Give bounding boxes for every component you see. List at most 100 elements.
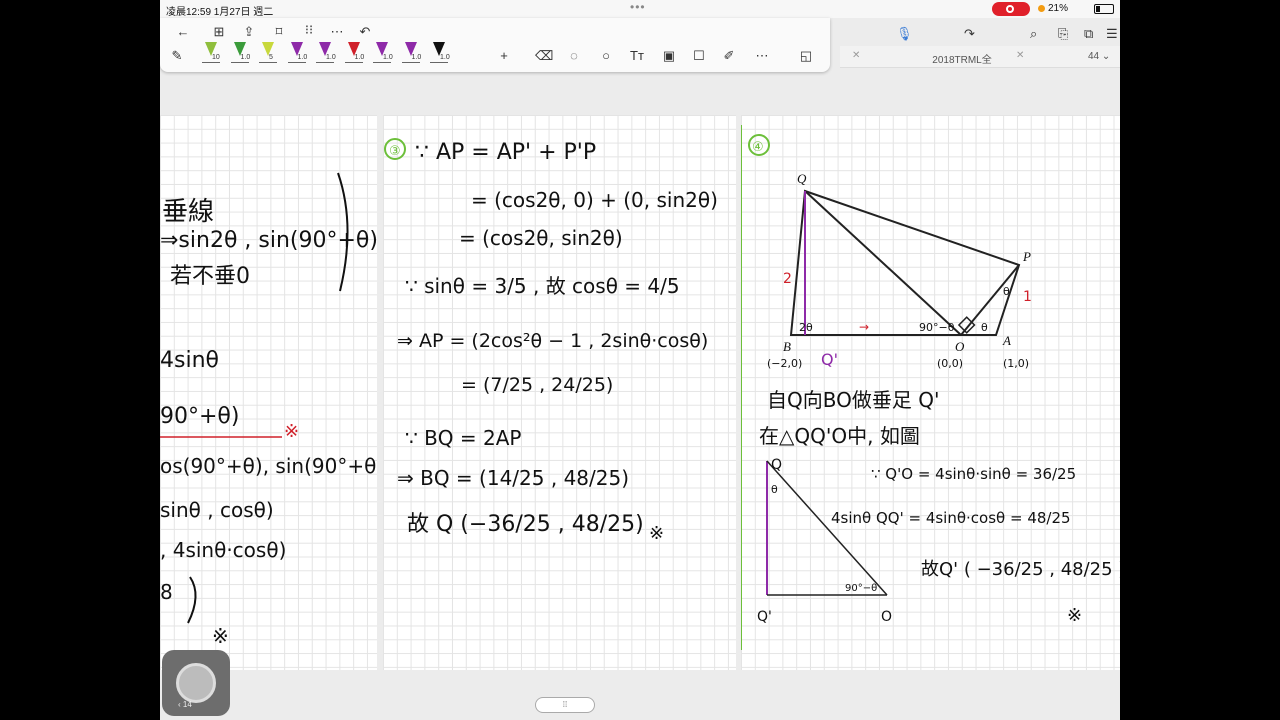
add-tool-icon[interactable]: +: [495, 48, 513, 63]
page-layout-icon[interactable]: ⧉: [1084, 26, 1093, 42]
pen-underline: [316, 62, 334, 63]
note-line: ⇒ AP = (2cos²θ − 1 , 2sinθ·cosθ): [397, 330, 708, 352]
point-label: O: [955, 339, 965, 354]
microphone-icon[interactable]: 🎙︎: [896, 26, 913, 42]
close-tab-icon[interactable]: ✕: [852, 50, 860, 61]
note-line: ⇒ BQ = (14/25 , 48/25): [397, 466, 629, 490]
point-label: Q: [797, 171, 807, 186]
image-icon[interactable]: ▣: [660, 48, 678, 64]
widget-label: ‹ 14: [178, 700, 192, 709]
redo-icon[interactable]: ↷: [964, 26, 975, 42]
note-line: , 4sinθ·cosθ): [160, 538, 286, 562]
more-icon[interactable]: ⋯: [328, 24, 346, 40]
pen-tool-icon[interactable]: 1.0: [287, 42, 307, 66]
shape-icon[interactable]: ○: [597, 48, 615, 63]
angle-label: θ: [981, 321, 988, 334]
mic-indicator-icon: [1038, 5, 1045, 12]
page-middle[interactable]: ③ ∵ AP = AP' + P'P = (cos2θ, 0) + (0, si…: [383, 115, 736, 670]
outline-icon[interactable]: ☰: [1106, 26, 1118, 42]
grid-view-icon[interactable]: ⊞: [210, 24, 228, 40]
angle-label: 2θ: [799, 321, 813, 334]
pen-underline: [401, 62, 420, 63]
pen-underline: [287, 62, 306, 63]
angle-label: θ: [1003, 285, 1010, 298]
comment-icon[interactable]: ☐: [690, 48, 708, 64]
apps-icon[interactable]: ⁝⁝: [300, 22, 318, 38]
note-line: 故Q' ( −36/25 , 48/25 ): [921, 559, 1120, 580]
point-label: Q': [821, 350, 838, 369]
multitask-dots-icon[interactable]: •••: [630, 0, 646, 14]
note-line: 在△QQ'O中, 如圖: [759, 424, 920, 448]
battery-percent: 21%: [1048, 3, 1069, 14]
arrow-label: →: [859, 320, 869, 334]
note-line: ∵ sinθ = 3/5 , 故 cosθ = 4/5: [405, 274, 680, 298]
close-tab-icon[interactable]: ✕: [1016, 50, 1024, 61]
laser-pointer-icon[interactable]: ✐: [720, 48, 738, 64]
note-line: ※: [212, 624, 229, 648]
search-icon[interactable]: ⌕: [1030, 26, 1037, 42]
note-line: = (cos2θ, 0) + (0, sin2θ): [471, 188, 718, 212]
point-label: O: [881, 609, 892, 625]
right-toolbar: 🎙︎ ↷ ⌕ ⎘ ⧉ ☰: [880, 24, 1120, 42]
pen-tool-icon[interactable]: 1.0: [373, 42, 393, 66]
pen-size-label: 1.0: [326, 54, 336, 61]
share-icon[interactable]: ⇪: [240, 24, 258, 40]
note-line: 4sinθ: [160, 348, 219, 373]
page-handle[interactable]: ⁞⁞: [535, 697, 595, 713]
point-label: P: [1022, 249, 1031, 264]
pen-tool-icon[interactable]: 1.0: [344, 42, 365, 66]
pen-underline: [373, 62, 391, 63]
pen-tool-icon[interactable]: 10: [202, 42, 220, 66]
more-tools-icon[interactable]: ⋯: [753, 48, 771, 64]
pen-size-label: 1.0: [354, 54, 365, 61]
text-tool-icon[interactable]: Tт: [628, 48, 646, 63]
page-left[interactable]: 垂線 ⇒sin2θ , sin(90°+θ) 若不垂0 4sinθ 90°+θ)…: [160, 115, 377, 670]
note-line: 自Q向BO做垂足 Q': [767, 388, 939, 412]
pen-settings-icon[interactable]: ✎: [168, 48, 186, 64]
pen-size-label: 1.0: [240, 54, 251, 61]
pen-tool-icon[interactable]: 1.0: [230, 42, 251, 66]
lasso-icon[interactable]: ◌: [565, 48, 583, 63]
document-tab[interactable]: 2018TRML全: [902, 51, 1022, 66]
coord-label: (−2,0): [767, 357, 802, 370]
back-arrow-icon[interactable]: ←: [174, 24, 192, 39]
sticky-icon[interactable]: ◱: [797, 48, 815, 64]
pen-tool-icon[interactable]: 5: [259, 42, 277, 66]
page-count[interactable]: 44 ⌄: [1088, 51, 1110, 62]
handwriting-right: ④ Q P B O A (−2,0) (0,0) (1,0) 2θ 90°−θ …: [741, 125, 1120, 650]
handwriting-middle: ③ ∵ AP = AP' + P'P = (cos2θ, 0) + (0, si…: [384, 138, 718, 544]
screen-record-icon[interactable]: [992, 2, 1030, 16]
floating-widget[interactable]: ‹ 14: [162, 650, 230, 716]
angle-label: 90°−θ: [919, 321, 955, 334]
assistive-touch-icon[interactable]: [176, 663, 216, 703]
pen-tool-icon[interactable]: 1.0: [430, 42, 450, 66]
point-label: Q': [757, 609, 772, 625]
pen-size-label: 1.0: [383, 54, 393, 61]
note-line: 垂線: [162, 197, 214, 227]
note-line: = (cos2θ, sin2θ): [459, 226, 623, 250]
pen-tool-icon[interactable]: 1.0: [401, 42, 421, 66]
length-label: 2: [783, 271, 792, 287]
pen-underline: [259, 62, 277, 63]
ipad-screen: 凌晨12:59 1月27日 週二 ••• 21% ← ⊞ ⇪ ⌑ ⁝⁝ ⋯ ↶ …: [160, 0, 1120, 720]
bookmark-icon[interactable]: ⌑: [270, 24, 288, 40]
pen-tool-icon[interactable]: 1.0: [316, 42, 336, 66]
page-right[interactable]: ④ Q P B O A (−2,0) (0,0) (1,0) 2θ 90°−θ …: [741, 115, 1120, 670]
note-line: 8: [160, 580, 173, 604]
note-line: = (7/25 , 24/25): [461, 374, 613, 396]
angle-label: θ: [771, 483, 778, 496]
length-label: 1: [1023, 289, 1032, 305]
status-bar: 凌晨12:59 1月27日 週二 ••• 21%: [160, 0, 1120, 18]
note-line: sinθ , cosθ): [160, 498, 274, 522]
pen-underline: [230, 62, 249, 63]
page-add-icon[interactable]: ⎘: [1058, 26, 1068, 42]
eraser-icon[interactable]: ⌫: [535, 48, 553, 64]
note-line: ∵ AP = AP' + P'P: [415, 140, 596, 165]
pen-size-label: 10: [212, 54, 220, 61]
pen-size-label: 5: [269, 54, 273, 61]
coord-label: (1,0): [1003, 357, 1029, 370]
status-time: 凌晨12:59 1月27日 週二: [166, 7, 274, 18]
note-line: ∵ Q'O = 4sinθ·sinθ = 36/25: [871, 465, 1076, 483]
undo-icon[interactable]: ↶: [356, 24, 374, 40]
note-line: ※: [1067, 605, 1082, 626]
